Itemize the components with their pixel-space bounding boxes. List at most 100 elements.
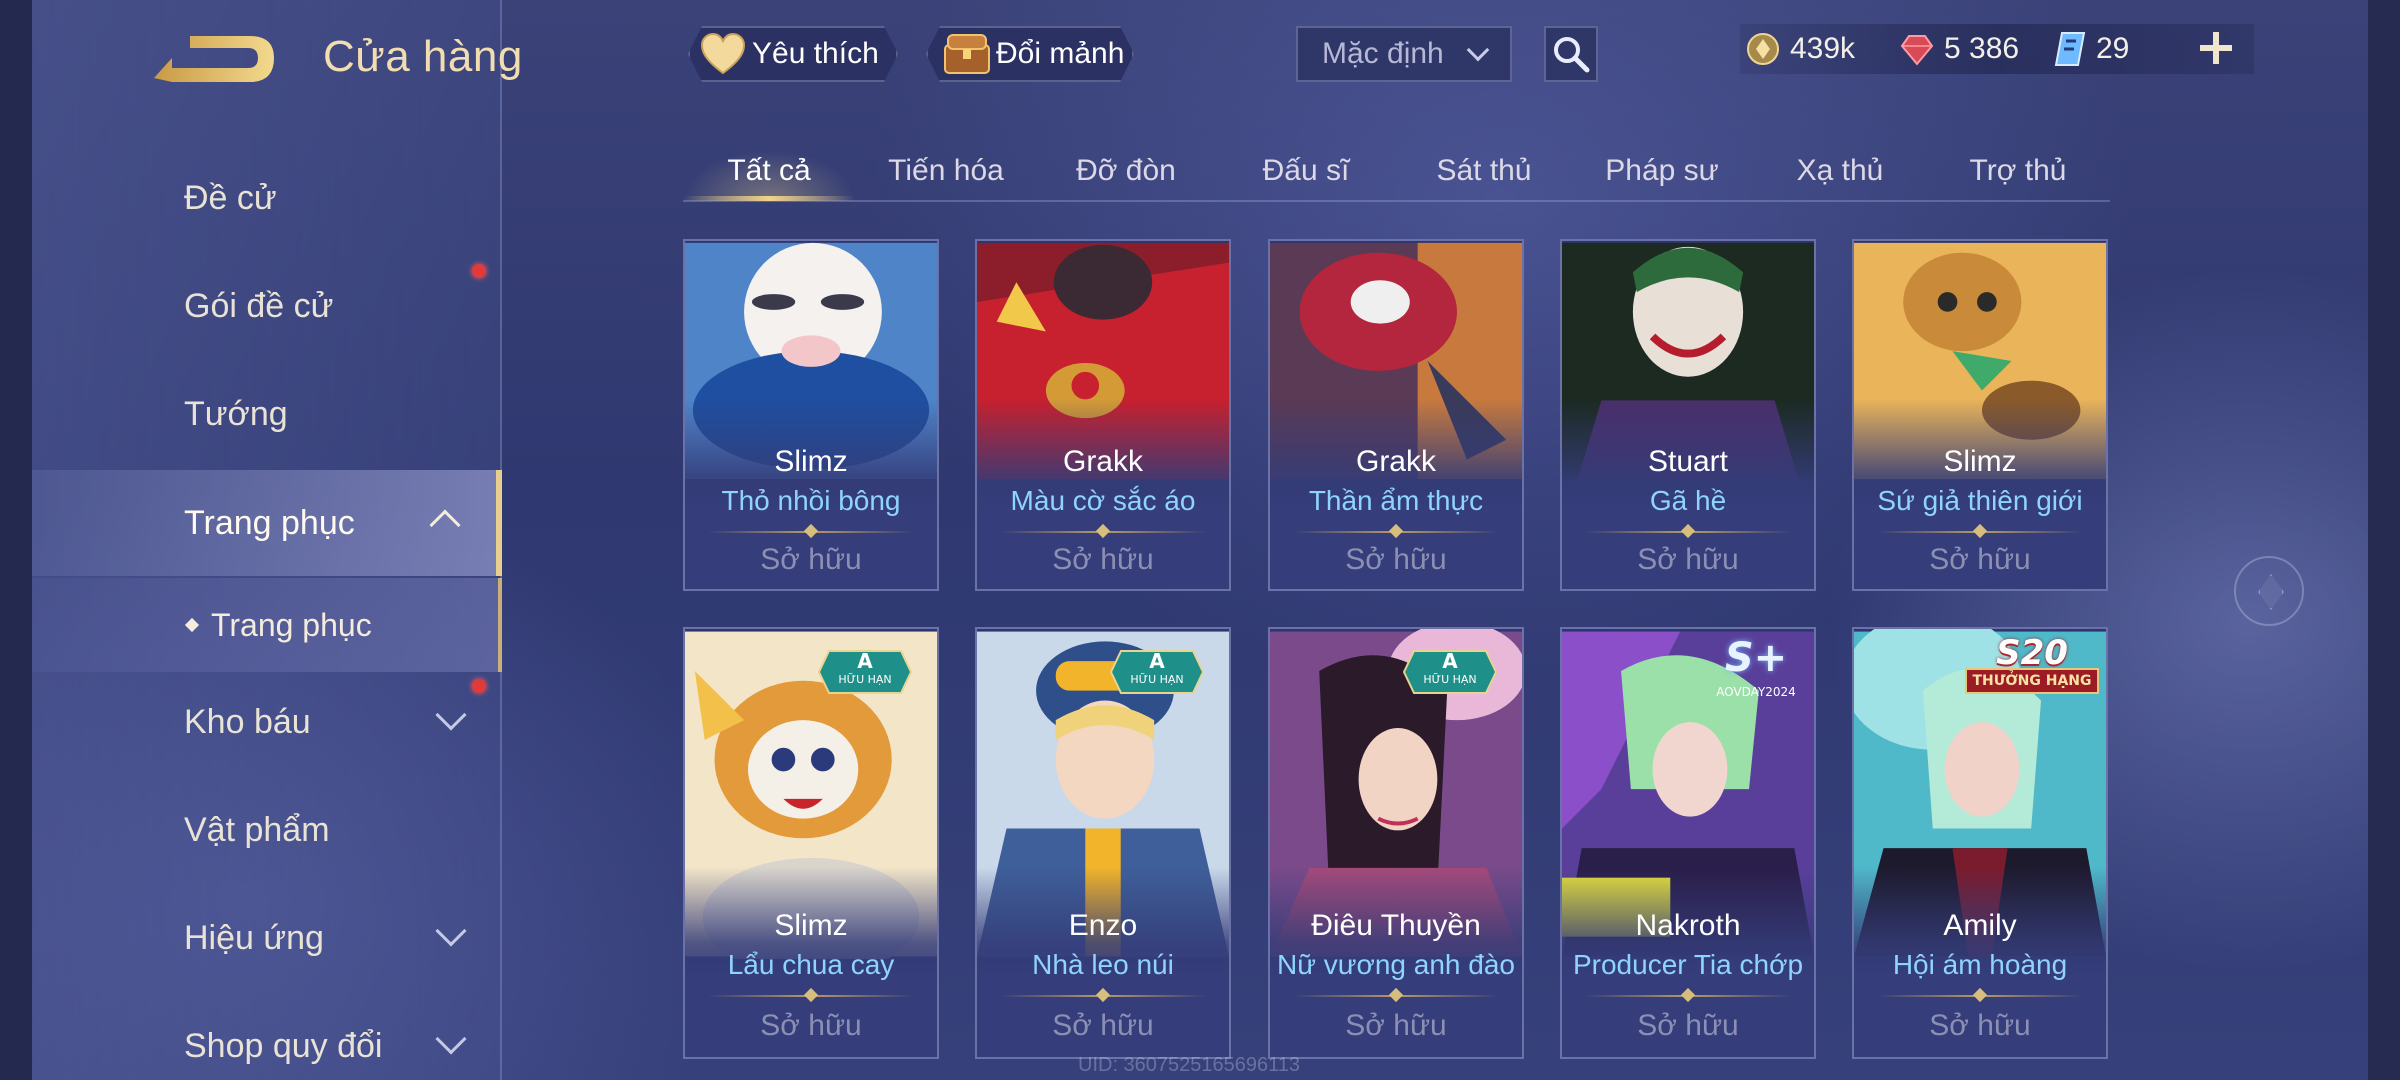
- sidebar-item-exchange-shop[interactable]: Shop quy đổi: [32, 996, 502, 1080]
- voucher-amount: 29: [2096, 32, 2130, 65]
- card-divider: [1584, 531, 1792, 533]
- hero-name: Stuart: [1647, 445, 1729, 478]
- skin-card[interactable]: Grakk Màu cờ sắc áo Sở hữu: [975, 239, 1231, 591]
- sidebar-subitem-label: Trang phục: [211, 606, 372, 643]
- s-plus-badge: S+ AOVDAY2024: [1706, 635, 1806, 705]
- badge-grade: A: [1442, 649, 1458, 673]
- hero-name: Slimz: [774, 909, 848, 942]
- skin-name: Nữ vương anh đào: [1277, 949, 1515, 980]
- right-edge: [2368, 0, 2400, 1080]
- sidebar-item-recommended-packs[interactable]: Gói đề cử: [32, 256, 502, 356]
- tab-evolution[interactable]: Tiến hóa: [860, 142, 1032, 200]
- voucher-icon: [2054, 31, 2086, 67]
- badge-caption: HỮU HẠN: [838, 673, 892, 686]
- sidebar-item-label: Gói đề cử: [184, 286, 334, 325]
- exchange-fragments-button[interactable]: Đổi mảnh: [926, 26, 1134, 82]
- left-edge: [0, 0, 32, 1080]
- sidebar-item-treasure[interactable]: Kho báu: [32, 672, 502, 772]
- skin-card[interactable]: Stuart Gã hề Sở hữu: [1560, 239, 1816, 591]
- skin-card[interactable]: Slimz Sứ giả thiên giới Sở hữu: [1852, 239, 2108, 591]
- exchange-label: Đổi mảnh: [996, 37, 1125, 70]
- card-divider: [1292, 995, 1500, 997]
- owned-status: Sở hữu: [1345, 1009, 1447, 1042]
- chevron-up-icon: [429, 509, 461, 541]
- skin-card[interactable]: A HỮU HẠN Slimz Lẩu chua cay Sở hữu: [683, 627, 939, 1059]
- owned-status: Sở hữu: [1637, 543, 1739, 576]
- add-currency-button[interactable]: [2196, 28, 2236, 68]
- sidebar-item-skins[interactable]: Trang phục: [32, 470, 502, 576]
- notification-dot: [472, 264, 486, 278]
- card-divider: [1876, 995, 2084, 997]
- sidebar-item-items[interactable]: Vật phẩm: [32, 780, 502, 880]
- skin-name: Thỏ nhồi bông: [721, 485, 901, 516]
- chest-icon: [942, 31, 992, 77]
- ruby-gem-icon: [1900, 32, 1934, 66]
- hero-name: Slimz: [774, 445, 848, 478]
- hero-name: Grakk: [1355, 445, 1436, 478]
- search-button[interactable]: [1544, 26, 1598, 82]
- card-divider: [1584, 995, 1792, 997]
- floating-diamond-icon: [2234, 556, 2304, 626]
- tab-mage[interactable]: Pháp sư: [1576, 142, 1748, 200]
- hero-name: Amily: [1943, 909, 2017, 942]
- badge-caption: HỮU HẠN: [1130, 673, 1184, 686]
- sort-selected-value: Mặc định: [1322, 37, 1444, 70]
- chevron-down-icon: [435, 699, 467, 731]
- skin-card[interactable]: A HỮU HẠN Điêu Thuyền Nữ vương anh đào S…: [1268, 627, 1524, 1059]
- skin-name: Gã hề: [1649, 485, 1727, 516]
- badge-caption: AOVDAY2024: [1716, 685, 1796, 699]
- voucher-currency: 29: [2054, 24, 2129, 74]
- owned-status: Sở hữu: [1345, 543, 1447, 576]
- hero-name: Grakk: [1062, 445, 1143, 478]
- tab-marksman[interactable]: Xạ thủ: [1754, 142, 1926, 200]
- favorite-button[interactable]: Yêu thích: [688, 26, 898, 82]
- sidebar-item-label: Đề cử: [184, 178, 277, 217]
- sort-dropdown[interactable]: Mặc định: [1296, 26, 1512, 82]
- card-divider: [1876, 531, 2084, 533]
- ruby-currency: 5 386: [1900, 24, 2019, 74]
- ruby-amount: 5 386: [1944, 32, 2020, 65]
- owned-status: Sở hữu: [1637, 1009, 1739, 1042]
- badge-grade: A: [857, 649, 873, 673]
- skin-card[interactable]: Slimz Thỏ nhồi bông Sở hữu: [683, 239, 939, 591]
- skin-name: Nhà leo núi: [1032, 949, 1174, 980]
- uid-text: UID: 3607525165696113: [1078, 1054, 1301, 1076]
- back-arrow-icon[interactable]: [150, 28, 280, 92]
- sidebar-item-recommended[interactable]: Đề cử: [32, 148, 502, 248]
- gold-amount: 439k: [1790, 32, 1856, 65]
- hero-name: Enzo: [1068, 909, 1138, 942]
- sidebar-item-label: Tướng: [184, 394, 288, 433]
- skin-card[interactable]: S20 THƯỞNG HẠNG Amily Hội ám hoàng Sở hữ…: [1852, 627, 2108, 1059]
- skin-name: Thần ẩm thực: [1308, 485, 1484, 516]
- skin-name: Sứ giả thiên giới: [1877, 485, 2083, 516]
- card-divider: [707, 531, 915, 533]
- tabs-divider: [683, 200, 2110, 202]
- s20-rank-badge: S20 THƯỞNG HẠNG: [1962, 633, 2102, 713]
- sidebar-item-effects[interactable]: Hiệu ứng: [32, 888, 502, 988]
- search-icon: [1552, 35, 1590, 73]
- tab-all[interactable]: Tất cả: [683, 142, 855, 200]
- favorite-label: Yêu thích: [752, 37, 879, 70]
- chevron-down-icon: [435, 915, 467, 947]
- sidebar-item-label: Kho báu: [184, 702, 311, 741]
- tab-assassin[interactable]: Sát thủ: [1398, 142, 1570, 200]
- limited-a-badge: A HỮU HẠN: [1109, 647, 1205, 697]
- tab-support[interactable]: Trợ thủ: [1932, 142, 2104, 200]
- sidebar-item-heroes[interactable]: Tướng: [32, 364, 502, 464]
- sidebar-subitem-skins[interactable]: Trang phục: [32, 578, 502, 672]
- owned-status: Sở hữu: [1052, 543, 1154, 576]
- skin-card[interactable]: S+ AOVDAY2024 Nakroth Producer Tia chớp …: [1560, 627, 1816, 1059]
- badge-caption: THƯỞNG HẠNG: [1972, 673, 2092, 689]
- tab-tank[interactable]: Đỡ đòn: [1040, 142, 1212, 200]
- tab-fighter[interactable]: Đấu sĩ: [1220, 142, 1392, 200]
- skin-card[interactable]: Grakk Thần ẩm thực Sở hữu: [1268, 239, 1524, 591]
- sidebar-item-label: Trang phục: [184, 503, 355, 542]
- sidebar-item-label: Shop quy đổi: [184, 1026, 383, 1065]
- sidebar-item-label: Vật phẩm: [184, 810, 330, 849]
- owned-status: Sở hữu: [1929, 1009, 2031, 1042]
- owned-status: Sở hữu: [1929, 543, 2031, 576]
- sidebar-item-label: Hiệu ứng: [184, 918, 324, 957]
- skin-card[interactable]: A HỮU HẠN Enzo Nhà leo núi Sở hữu: [975, 627, 1231, 1059]
- card-divider: [707, 995, 915, 997]
- hero-name: Điêu Thuyền: [1311, 909, 1481, 942]
